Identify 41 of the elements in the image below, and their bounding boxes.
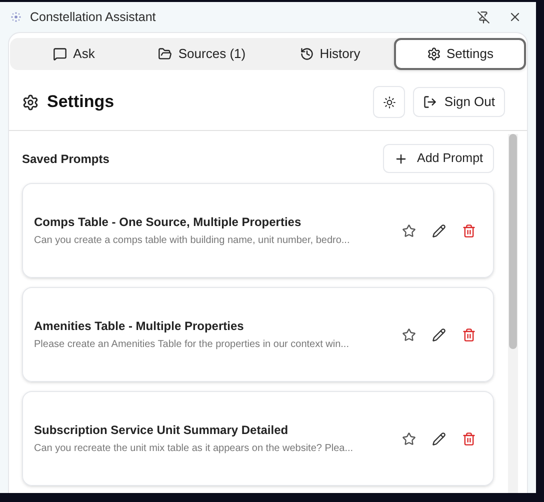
sun-icon [382, 96, 396, 108]
tab[interactable]: Settings [394, 38, 526, 70]
sparkle-logo-icon [10, 11, 22, 23]
sign-out-icon [423, 95, 438, 109]
tab[interactable]: Ask [10, 38, 138, 70]
add-prompt-button[interactable]: Add Prompt [382, 144, 494, 173]
prompt-card[interactable]: Subscription Service Unit Summary Detailed Can you recreate the unit mix table as it appears on the website? Plea... [22, 391, 494, 486]
theme-toggle-button[interactable] [373, 86, 406, 118]
sign-out-button[interactable]: Sign Out [413, 87, 505, 117]
prompt-title: Subscription Service Unit Summary Detailed [34, 422, 290, 439]
unpin-icon[interactable] [477, 10, 490, 24]
star-icon[interactable] [402, 432, 416, 446]
settings-icon [22, 94, 39, 110]
scrollbar[interactable] [508, 134, 518, 493]
tab[interactable]: History [266, 38, 394, 70]
edit-icon[interactable] [432, 432, 446, 446]
chat-bubble-icon [53, 47, 68, 61]
page-title: Settings [47, 91, 114, 114]
prompt-description: Can you recreate the unit mix table as it appears on the website? Plea... [34, 442, 354, 456]
star-icon[interactable] [402, 224, 416, 238]
delete-icon[interactable] [462, 224, 476, 238]
delete-icon[interactable] [462, 432, 476, 446]
prompt-title: Amenities Table - Multiple Properties [34, 318, 245, 335]
prompt-card[interactable]: Comps Table - One Source, Multiple Properties Can you create a comps table with building name, unit number, bedro... [22, 183, 494, 278]
prompt-description: Please create an Amenities Table for the properties in our context win... [34, 338, 350, 352]
prompt-description: Can you create a comps table with building name, unit number, bedro... [34, 234, 351, 248]
delete-icon[interactable] [462, 328, 476, 342]
section-title: Saved Prompts [22, 150, 110, 168]
prompt-title: Comps Table - One Source, Multiple Properties [34, 214, 302, 231]
tab[interactable]: Sources (1) [138, 38, 266, 70]
history-icon [300, 47, 314, 61]
scrollbar-thumb[interactable] [509, 134, 517, 349]
settings-icon [426, 47, 440, 61]
close-icon[interactable] [508, 10, 522, 24]
edit-icon[interactable] [432, 224, 446, 238]
star-icon[interactable] [402, 328, 416, 342]
edit-icon[interactable] [432, 328, 446, 342]
window-title: Constellation Assistant [30, 8, 156, 26]
prompt-card[interactable]: Amenities Table - Multiple Properties Please create an Amenities Table for the properties in our context win... [22, 287, 494, 382]
folder-icon [158, 47, 172, 61]
plus-icon [394, 152, 408, 166]
